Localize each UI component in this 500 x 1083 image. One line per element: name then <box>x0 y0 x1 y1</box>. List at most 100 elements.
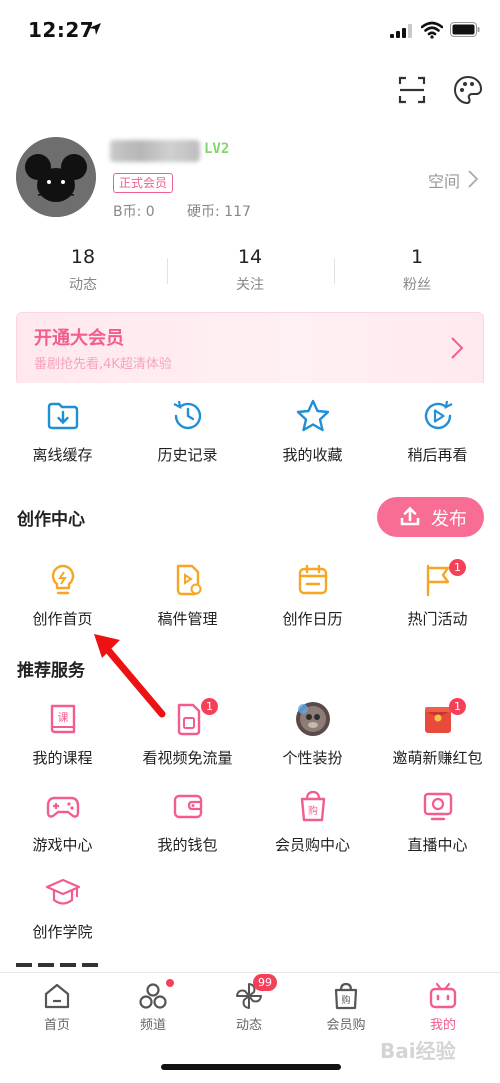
svg-text:购: 购 <box>308 804 318 817</box>
channel-icon <box>139 983 167 1009</box>
services-title: 推荐服务 <box>17 661 85 681</box>
notification-badge: 1 <box>449 559 466 576</box>
lightbulb-icon <box>51 564 74 595</box>
service-wallet[interactable]: 我的钱包 <box>125 788 250 855</box>
service-label: 邀萌新赚红包 <box>392 749 483 767</box>
b-coin-balance: B币: 0 <box>113 204 155 220</box>
svg-text:课: 课 <box>57 711 68 724</box>
creation-center-title: 创作中心 <box>17 510 85 530</box>
mouse-avatar-icon <box>16 137 96 217</box>
service-live-center[interactable]: 直播中心 <box>375 788 500 855</box>
service-label: 我的课程 <box>32 749 93 767</box>
vip-subtitle: 番剧抢先看,4K超清体验 <box>34 357 172 372</box>
quick-offline-cache[interactable]: 离线缓存 <box>0 398 125 465</box>
creation-hot-events[interactable]: 1 热门活动 <box>375 559 500 629</box>
service-game-center[interactable]: 游戏中心 <box>0 788 125 855</box>
notification-badge: 1 <box>201 698 218 715</box>
service-member-shop[interactable]: 购 会员购中心 <box>250 788 375 855</box>
quick-favorites[interactable]: 我的收藏 <box>250 398 375 465</box>
stat-label: 粉丝 <box>403 277 431 293</box>
stat-value: 14 <box>237 246 263 268</box>
graduation-cap-icon <box>45 878 80 905</box>
service-label: 会员购中心 <box>274 836 350 854</box>
nav-member-shop[interactable]: 购 会员购 <box>296 981 396 1033</box>
status-time: 12:27 <box>28 18 95 42</box>
stat-label: 关注 <box>236 277 264 293</box>
scan-icon[interactable] <box>398 76 426 104</box>
avatar-decoration-icon <box>295 702 330 736</box>
service-creator-academy[interactable]: 创作学院 <box>0 875 125 942</box>
shop-bag-icon: 购 <box>334 982 358 1010</box>
service-decoration[interactable]: 个性装扮 <box>250 701 375 768</box>
live-tv-icon <box>423 792 452 821</box>
notification-badge: 99 <box>253 974 277 991</box>
creation-calendar[interactable]: 创作日历 <box>250 562 375 629</box>
cellular-signal-icon <box>390 24 412 38</box>
nav-mine[interactable]: 我的 <box>393 981 493 1033</box>
watermark: Bai经验 <box>380 1039 456 1063</box>
level-badge: LV2 <box>204 141 230 157</box>
quick-label: 稍后再看 <box>407 446 468 464</box>
nav-label: 首页 <box>43 1018 70 1033</box>
service-free-data[interactable]: 1 看视频免流量 <box>125 698 250 768</box>
manuscript-icon <box>176 564 201 596</box>
quick-label: 离线缓存 <box>32 446 93 464</box>
star-icon <box>296 399 329 432</box>
service-label: 直播中心 <box>407 836 468 854</box>
nav-home[interactable]: 首页 <box>7 981 107 1033</box>
shopping-bag-icon: 购 <box>300 790 325 822</box>
quick-label: 我的收藏 <box>282 446 343 464</box>
notification-badge: 1 <box>449 698 466 715</box>
stat-dynamics[interactable]: 18 动态 <box>0 246 166 294</box>
vip-banner[interactable]: 开通大会员 番剧抢先看,4K超清体验 <box>16 312 484 386</box>
nav-channel[interactable]: 频道 <box>103 979 203 1033</box>
location-arrow-icon <box>89 23 101 35</box>
stat-fans[interactable]: 1 粉丝 <box>334 246 500 294</box>
creation-manuscripts[interactable]: 稿件管理 <box>125 562 250 629</box>
creation-label: 稿件管理 <box>157 610 218 628</box>
nav-label: 频道 <box>139 1018 166 1033</box>
service-label: 看视频免流量 <box>142 749 233 767</box>
service-label: 游戏中心 <box>32 836 93 854</box>
publish-button[interactable]: 发布 <box>377 497 484 537</box>
space-link[interactable]: 空间 <box>428 168 460 192</box>
member-status-badge: 正式会员 <box>113 173 174 193</box>
stat-following[interactable]: 14 关注 <box>167 246 333 294</box>
chevron-right-icon[interactable] <box>468 170 478 188</box>
service-label: 我的钱包 <box>157 836 218 854</box>
wifi-icon <box>421 21 443 39</box>
service-label: 个性装扮 <box>282 749 343 767</box>
course-book-icon: 课 <box>50 704 75 734</box>
stat-value: 1 <box>410 246 424 268</box>
nav-label: 会员购 <box>326 1018 366 1033</box>
stat-value: 18 <box>70 246 96 268</box>
chevron-right-icon <box>451 337 463 359</box>
quick-watch-later[interactable]: 稍后再看 <box>375 398 500 465</box>
creation-label: 创作日历 <box>282 610 343 628</box>
hard-coin-balance: 硬币: 117 <box>187 204 251 220</box>
nav-dynamics[interactable]: 99 动态 <box>199 974 299 1033</box>
gamepad-icon <box>46 796 79 818</box>
red-dot-badge <box>166 979 174 987</box>
publish-label: 发布 <box>431 509 467 530</box>
battery-icon <box>450 22 480 37</box>
svg-text:购: 购 <box>341 994 350 1006</box>
tv-mascot-icon <box>429 982 457 1009</box>
creation-home[interactable]: 创作首页 <box>0 562 125 629</box>
wallet-icon <box>173 794 202 819</box>
avatar[interactable] <box>16 137 96 217</box>
watch-later-icon <box>424 400 452 430</box>
nav-label: 动态 <box>235 1018 262 1033</box>
status-bar: 12:27 <box>0 0 500 60</box>
username-blurred <box>110 140 200 162</box>
home-indicator[interactable] <box>161 1064 341 1070</box>
service-label: 创作学院 <box>32 923 93 941</box>
palette-theme-icon[interactable] <box>453 75 483 105</box>
nav-label: 我的 <box>429 1018 456 1033</box>
service-invite-red-packet[interactable]: 1 邀萌新赚红包 <box>375 698 500 768</box>
home-icon <box>44 983 70 1009</box>
service-my-courses[interactable]: 课 我的课程 <box>0 701 125 768</box>
upload-icon <box>400 506 420 526</box>
quick-history[interactable]: 历史记录 <box>125 398 250 465</box>
creation-label: 创作首页 <box>32 610 93 628</box>
